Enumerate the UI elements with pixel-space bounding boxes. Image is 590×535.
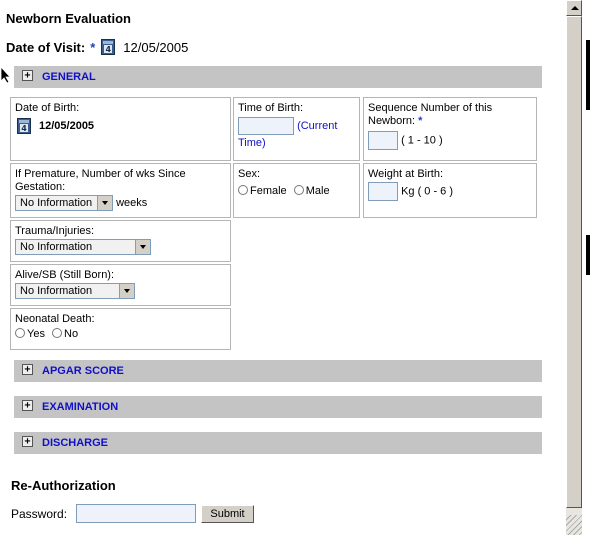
trauma-value: No Information: [20, 241, 93, 253]
section-examination-title[interactable]: EXAMINATION: [42, 401, 118, 413]
mouse-cursor-icon: [0, 66, 11, 84]
weight-unit-hint: Kg ( 0 - 6 ): [401, 185, 454, 198]
section-apgar-title[interactable]: APGAR SCORE: [42, 365, 124, 377]
neonatal-no-label[interactable]: No: [64, 328, 78, 340]
visit-date-row: Date of Visit: * 4 12/05/2005: [6, 39, 188, 55]
expand-icon[interactable]: +: [22, 70, 33, 81]
expand-icon[interactable]: +: [22, 436, 33, 447]
section-discharge[interactable]: + DISCHARGE: [14, 432, 542, 454]
alive-sb-cell: Alive/SB (Still Born): No Information: [10, 264, 231, 306]
calendar-day: 4: [20, 124, 28, 133]
time-of-birth-label: Time of Birth:: [238, 102, 303, 114]
alive-sb-label: Alive/SB (Still Born):: [15, 269, 115, 281]
chevron-down-icon[interactable]: [135, 240, 150, 254]
section-discharge-title[interactable]: DISCHARGE: [42, 437, 108, 449]
alive-sb-value: No Information: [20, 285, 93, 297]
date-of-birth-label: Date of Birth:: [15, 102, 80, 114]
visit-date-label: Date of Visit:: [6, 39, 86, 55]
neonatal-death-cell: Neonatal Death: Yes No: [10, 308, 231, 350]
scroll-thumb[interactable]: [566, 16, 582, 508]
visit-date-value: 12/05/2005: [123, 39, 189, 55]
neonatal-no-radio[interactable]: [52, 328, 63, 338]
expand-icon[interactable]: +: [22, 364, 33, 375]
neonatal-yes-label[interactable]: Yes: [27, 328, 45, 340]
required-marker: *: [90, 39, 96, 55]
section-general-title[interactable]: GENERAL: [42, 71, 96, 83]
trauma-label: Trauma/Injuries:: [15, 225, 95, 237]
password-label: Password:: [11, 507, 68, 521]
window-edge: [582, 0, 590, 535]
neonatal-yes-radio[interactable]: [15, 328, 25, 338]
premature-label: If Premature, Number of wks Since Gestat…: [15, 168, 186, 193]
sequence-range-hint: ( 1 - 10 ): [401, 134, 443, 147]
premature-weeks-select[interactable]: No Information: [15, 195, 113, 211]
submit-button[interactable]: Submit: [201, 505, 254, 523]
section-general[interactable]: + GENERAL: [14, 66, 542, 88]
premature-cell: If Premature, Number of wks Since Gestat…: [10, 163, 231, 218]
password-input[interactable]: [76, 504, 196, 523]
date-of-birth-cell: Date of Birth: 4 12/05/2005: [10, 97, 231, 161]
chevron-down-icon[interactable]: [119, 284, 134, 298]
sex-female-label[interactable]: Female: [250, 185, 287, 197]
premature-weeks-value: No Information: [20, 197, 93, 209]
edge-divider: [586, 235, 590, 275]
required-marker: *: [418, 115, 423, 127]
reauth-title: Re-Authorization: [11, 478, 116, 493]
trauma-select[interactable]: No Information: [15, 239, 151, 255]
vertical-scrollbar[interactable]: [566, 0, 582, 535]
weight-label: Weight at Birth:: [368, 168, 443, 180]
neonatal-death-label: Neonatal Death:: [15, 313, 95, 325]
time-of-birth-input[interactable]: [238, 117, 294, 135]
chevron-down-icon[interactable]: [97, 196, 112, 210]
sex-label: Sex:: [238, 168, 261, 180]
sex-male-label[interactable]: Male: [306, 185, 330, 197]
trauma-cell: Trauma/Injuries: No Information: [10, 220, 231, 262]
sequence-number-cell: Sequence Number of this Newborn: * ( 1 -…: [363, 97, 537, 161]
sex-male-radio[interactable]: [293, 185, 304, 195]
scroll-up-icon[interactable]: [566, 0, 582, 16]
weeks-unit: weeks: [116, 196, 148, 209]
section-examination[interactable]: + EXAMINATION: [14, 396, 542, 418]
sex-female-radio[interactable]: [238, 185, 248, 195]
calendar-icon[interactable]: 4: [17, 118, 31, 134]
time-of-birth-cell: Time of Birth: (Current Time): [233, 97, 360, 161]
sequence-number-input[interactable]: [368, 131, 398, 150]
weight-cell: Weight at Birth: Kg ( 0 - 6 ): [363, 163, 537, 218]
section-apgar[interactable]: + APGAR SCORE: [14, 360, 542, 382]
alive-sb-select[interactable]: No Information: [15, 283, 135, 299]
page-title: Newborn Evaluation: [6, 11, 131, 26]
calendar-icon[interactable]: 4: [101, 39, 116, 55]
resize-grip-icon[interactable]: [566, 515, 582, 535]
calendar-day: 4: [104, 45, 113, 54]
sex-cell: Sex: Female Male: [233, 163, 360, 218]
edge-divider: [586, 40, 590, 110]
sequence-number-label: Sequence Number of this Newborn: *: [368, 102, 493, 127]
expand-icon[interactable]: +: [22, 400, 33, 411]
date-of-birth-value: 12/05/2005: [39, 120, 95, 132]
weight-input[interactable]: [368, 182, 398, 201]
